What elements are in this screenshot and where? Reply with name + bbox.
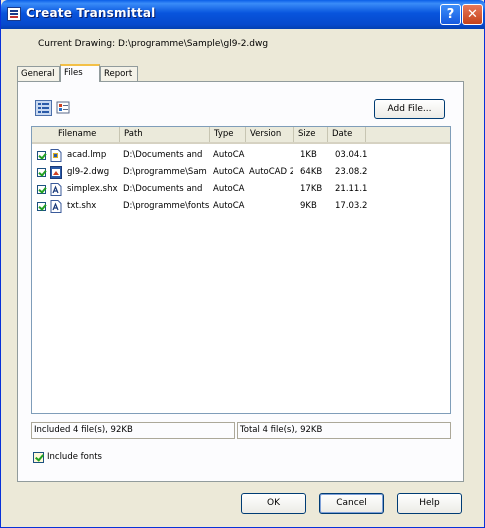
- row-checkbox[interactable]: [37, 185, 46, 194]
- cell-type: AutoCA: [213, 184, 245, 194]
- column-size[interactable]: Size: [294, 127, 328, 142]
- tab-report[interactable]: Report: [100, 66, 138, 81]
- transmittal-app-icon: [7, 7, 21, 21]
- row-checkbox[interactable]: [37, 202, 46, 211]
- column-path[interactable]: Path: [120, 127, 210, 142]
- cell-date: 17.03.2: [335, 201, 367, 211]
- plot-style-file-icon: [50, 149, 62, 162]
- cell-version: [249, 198, 293, 215]
- cell-date: 23.08.2: [335, 167, 367, 177]
- cell-size: 17KB: [300, 184, 323, 194]
- cell-filename: simplex.shx: [67, 184, 118, 194]
- font-file-icon: [50, 183, 62, 196]
- cell-size: 9KB: [300, 201, 317, 211]
- create-transmittal-dialog: Create Transmittal ? ✕ Current Drawing: …: [0, 0, 485, 528]
- close-button[interactable]: ✕: [462, 4, 483, 25]
- file-list[interactable]: Filename Path Type Version Size Date aca…: [31, 126, 451, 414]
- cell-type: AutoCA: [213, 167, 245, 177]
- cell-date: 21.11.1: [335, 184, 367, 194]
- cell-path: D:\Documents and: [123, 184, 203, 194]
- cell-version: [249, 147, 293, 164]
- cell-version: AutoCAD 2: [249, 167, 293, 177]
- ok-button[interactable]: OK: [241, 493, 306, 514]
- cell-version: [249, 181, 293, 198]
- drawing-file-icon: [50, 166, 62, 179]
- help-button[interactable]: Help: [397, 493, 462, 514]
- cell-filename: gl9-2.dwg: [67, 167, 110, 177]
- column-date[interactable]: Date: [328, 127, 366, 142]
- file-list-header: Filename Path Type Version Size Date: [32, 127, 450, 144]
- table-row[interactable]: simplex.shx D:\Documents and AutoCA 17KB…: [32, 181, 450, 198]
- cell-filename: acad.lmp: [67, 150, 107, 160]
- cell-path: D:\programme\fonts: [123, 201, 209, 211]
- cell-path: D:\programme\Sam: [123, 167, 207, 177]
- list-view-icon[interactable]: [35, 100, 52, 116]
- cell-type: AutoCA: [213, 201, 245, 211]
- total-files-status: Total 4 file(s), 92KB: [237, 422, 451, 439]
- help-title-button[interactable]: ?: [440, 4, 461, 25]
- tab-files[interactable]: Files: [60, 64, 100, 82]
- cell-date: 03.04.1: [335, 150, 367, 160]
- table-row[interactable]: acad.lmp D:\Documents and AutoCA 1KB 03.…: [32, 147, 450, 164]
- add-file-button[interactable]: Add File...: [374, 99, 445, 119]
- column-type[interactable]: Type: [210, 127, 246, 142]
- cell-path: D:\Documents and: [123, 150, 203, 160]
- window-title: Create Transmittal: [26, 6, 156, 20]
- current-drawing-label: Current Drawing: D:\programme\Sample\gl9…: [38, 39, 269, 49]
- cell-size: 64KB: [300, 167, 323, 177]
- cancel-button[interactable]: Cancel: [319, 493, 384, 514]
- table-row[interactable]: gl9-2.dwg D:\programme\Sam AutoCA AutoCA…: [32, 164, 450, 181]
- cell-type: AutoCA: [213, 150, 245, 160]
- column-version[interactable]: Version: [246, 127, 294, 142]
- tree-view-icon[interactable]: [55, 100, 72, 116]
- files-tab-panel: Add File... Filename Path Type Version S…: [17, 81, 464, 482]
- table-row[interactable]: txt.shx D:\programme\fonts AutoCA 9KB 17…: [32, 198, 450, 215]
- column-filename[interactable]: Filename: [32, 127, 120, 142]
- cell-size: 1KB: [300, 150, 317, 160]
- font-file-icon: [50, 200, 62, 213]
- cell-filename: txt.shx: [67, 201, 97, 211]
- title-bar[interactable]: Create Transmittal ? ✕: [1, 0, 485, 29]
- row-checkbox[interactable]: [37, 168, 46, 177]
- include-fonts-checkbox[interactable]: [33, 452, 44, 463]
- tab-general[interactable]: General: [17, 66, 60, 81]
- row-checkbox[interactable]: [37, 151, 46, 160]
- included-files-status: Included 4 file(s), 92KB: [31, 422, 235, 439]
- include-fonts-label[interactable]: Include fonts: [47, 452, 102, 462]
